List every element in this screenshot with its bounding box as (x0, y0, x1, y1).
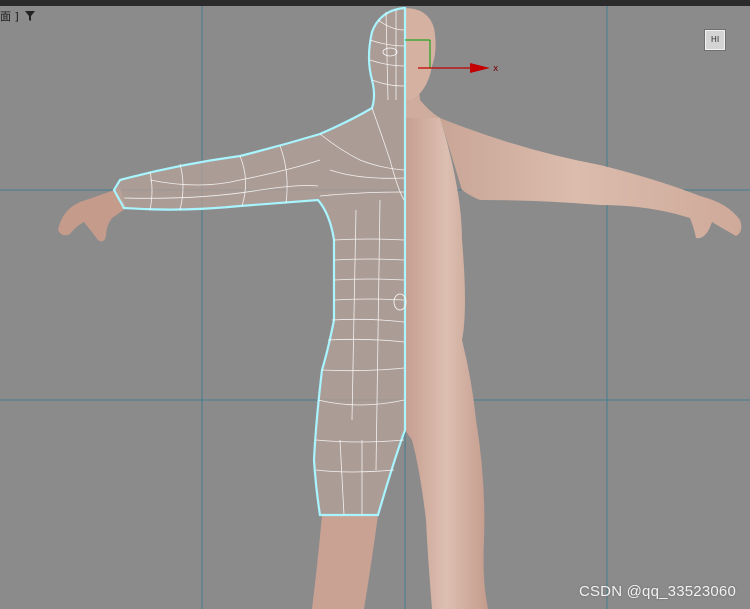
x-axis-arrow[interactable] (470, 63, 490, 73)
viewport-label[interactable]: 面 ] (0, 8, 19, 24)
scene-canvas[interactable]: x (0, 0, 750, 609)
watermark-text: CSDN @qq_33523060 (578, 583, 736, 600)
x-axis-label: x (493, 64, 499, 74)
wireframe-half-mesh[interactable] (112, 6, 407, 517)
perspective-viewport[interactable]: 面 ] HI x CSDN @qq_33523060 (0, 0, 750, 609)
funnel-icon[interactable] (24, 10, 36, 22)
viewport-top-bar (0, 0, 750, 6)
viewcube-home-button[interactable]: HI (705, 30, 725, 50)
